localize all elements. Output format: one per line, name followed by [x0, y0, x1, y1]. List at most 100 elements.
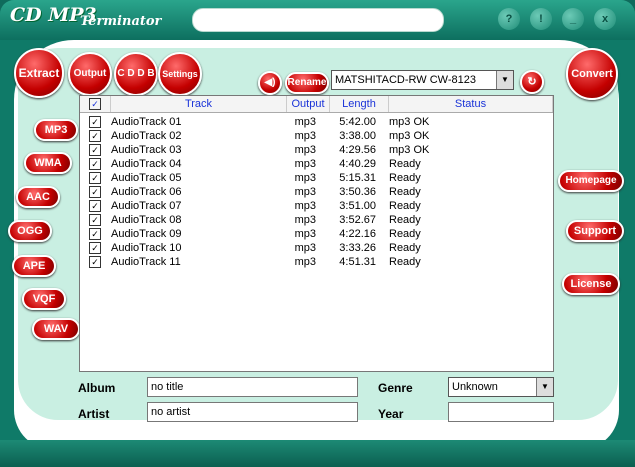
- track-status: Ready: [389, 228, 421, 240]
- title-bar: CD MP3 Terminator ? ! _ x: [0, 0, 635, 40]
- table-row[interactable]: ✓ AudioTrack 04 mp3 4:40.29 Ready: [80, 157, 553, 171]
- table-row[interactable]: ✓ AudioTrack 08 mp3 3:52.67 Ready: [80, 213, 553, 227]
- homepage-button[interactable]: Homepage: [558, 170, 624, 192]
- track-status: mp3 OK: [389, 130, 430, 142]
- table-row[interactable]: ✓ AudioTrack 11 mp3 4:51.31 Ready: [80, 255, 553, 269]
- track-checkbox[interactable]: ✓: [89, 130, 101, 142]
- track-status: Ready: [389, 186, 421, 198]
- table-row[interactable]: ✓ AudioTrack 07 mp3 3:51.00 Ready: [80, 199, 553, 213]
- info-button[interactable]: !: [530, 8, 552, 30]
- support-button[interactable]: Support: [566, 220, 624, 242]
- track-name: AudioTrack 06: [111, 186, 182, 198]
- track-checkbox[interactable]: ✓: [89, 256, 101, 268]
- track-name: AudioTrack 09: [111, 228, 182, 240]
- track-output: mp3: [294, 242, 316, 254]
- track-name: AudioTrack 05: [111, 172, 182, 184]
- track-output: mp3: [294, 116, 316, 128]
- header-check[interactable]: ✓: [80, 96, 111, 112]
- artist-field[interactable]: no artist: [147, 402, 358, 422]
- format-mp3-button[interactable]: MP3: [34, 119, 78, 141]
- check-all-checkbox[interactable]: ✓: [89, 98, 101, 110]
- track-output: mp3: [294, 186, 316, 198]
- track-checkbox[interactable]: ✓: [89, 158, 101, 170]
- year-field[interactable]: [448, 402, 554, 422]
- minimize-button[interactable]: _: [562, 8, 584, 30]
- track-output: mp3: [294, 172, 316, 184]
- track-status: mp3 OK: [389, 144, 430, 156]
- drive-select[interactable]: MATSHITACD-RW CW-8123 ▼: [331, 70, 514, 90]
- track-checkbox[interactable]: ✓: [89, 186, 101, 198]
- speaker-icon[interactable]: ◀): [258, 71, 282, 95]
- track-output: mp3: [294, 214, 316, 226]
- header-status[interactable]: Status: [389, 96, 553, 112]
- track-checkbox[interactable]: ✓: [89, 144, 101, 156]
- drive-select-value: MATSHITACD-RW CW-8123: [335, 74, 476, 86]
- format-ogg-button[interactable]: OGG: [8, 220, 52, 242]
- chevron-down-icon[interactable]: ▼: [536, 378, 553, 396]
- artist-label: Artist: [78, 407, 110, 421]
- refresh-icon[interactable]: ↻: [520, 70, 544, 94]
- track-checkbox[interactable]: ✓: [89, 242, 101, 254]
- track-output: mp3: [294, 130, 316, 142]
- license-button[interactable]: License: [562, 273, 620, 295]
- convert-button[interactable]: Convert: [566, 48, 618, 100]
- genre-label: Genre: [378, 381, 413, 395]
- format-aac-button[interactable]: AAC: [16, 186, 60, 208]
- close-button[interactable]: x: [594, 8, 616, 30]
- track-checkbox[interactable]: ✓: [89, 228, 101, 240]
- track-output: mp3: [294, 144, 316, 156]
- track-status: Ready: [389, 158, 421, 170]
- help-button[interactable]: ?: [498, 8, 520, 30]
- track-output: mp3: [294, 200, 316, 212]
- track-checkbox[interactable]: ✓: [89, 214, 101, 226]
- track-length: 3:52.67: [339, 214, 376, 226]
- tab-settings[interactable]: Settings: [158, 52, 202, 96]
- track-status: Ready: [389, 200, 421, 212]
- tab-cddb[interactable]: C D D B: [114, 52, 158, 96]
- format-wav-button[interactable]: WAV: [32, 318, 80, 340]
- track-name: AudioTrack 07: [111, 200, 182, 212]
- format-ape-button[interactable]: APE: [12, 255, 56, 277]
- track-status: Ready: [389, 242, 421, 254]
- genre-select-value: Unknown: [452, 381, 498, 393]
- track-length: 4:29.56: [339, 144, 376, 156]
- table-row[interactable]: ✓ AudioTrack 06 mp3 3:50.36 Ready: [80, 185, 553, 199]
- title-field: [192, 8, 444, 32]
- track-name: AudioTrack 02: [111, 130, 182, 142]
- track-status: Ready: [389, 172, 421, 184]
- track-output: mp3: [294, 256, 316, 268]
- track-checkbox[interactable]: ✓: [89, 116, 101, 128]
- table-row[interactable]: ✓ AudioTrack 10 mp3 3:33.26 Ready: [80, 241, 553, 255]
- track-status: Ready: [389, 214, 421, 226]
- table-row[interactable]: ✓ AudioTrack 05 mp3 5:15.31 Ready: [80, 171, 553, 185]
- table-row[interactable]: ✓ AudioTrack 01 mp3 5:42.00 mp3 OK: [80, 115, 553, 129]
- format-vqf-button[interactable]: VQF: [22, 288, 66, 310]
- track-list[interactable]: ✓ Track Output Length Status ✓ AudioTrack…: [79, 95, 554, 372]
- album-field[interactable]: no title: [147, 377, 358, 397]
- year-label: Year: [378, 407, 404, 421]
- track-rows: ✓ AudioTrack 01 mp3 5:42.00 mp3 OK ✓ AudioTrac…: [80, 113, 553, 269]
- track-name: AudioTrack 04: [111, 158, 182, 170]
- track-name: AudioTrack 08: [111, 214, 182, 226]
- chevron-down-icon[interactable]: ▼: [496, 71, 513, 89]
- track-checkbox[interactable]: ✓: [89, 172, 101, 184]
- header-track[interactable]: Track: [111, 96, 287, 112]
- header-output[interactable]: Output: [287, 96, 330, 112]
- tab-extract[interactable]: Extract: [14, 48, 64, 98]
- header-length[interactable]: Length: [330, 96, 389, 112]
- track-checkbox[interactable]: ✓: [89, 200, 101, 212]
- footer-bar: [0, 440, 635, 467]
- tab-output[interactable]: Output: [68, 52, 112, 96]
- track-status: Ready: [389, 256, 421, 268]
- format-wma-button[interactable]: WMA: [24, 152, 72, 174]
- table-row[interactable]: ✓ AudioTrack 03 mp3 4:29.56 mp3 OK: [80, 143, 553, 157]
- rename-button[interactable]: Rename: [285, 72, 329, 94]
- genre-select[interactable]: Unknown ▼: [448, 377, 554, 397]
- track-length: 5:42.00: [339, 116, 376, 128]
- table-row[interactable]: ✓ AudioTrack 09 mp3 4:22.16 Ready: [80, 227, 553, 241]
- track-length: 3:38.00: [339, 130, 376, 142]
- track-length: 4:40.29: [339, 158, 376, 170]
- track-list-header: ✓ Track Output Length Status: [80, 96, 553, 113]
- track-output: mp3: [294, 228, 316, 240]
- table-row[interactable]: ✓ AudioTrack 02 mp3 3:38.00 mp3 OK: [80, 129, 553, 143]
